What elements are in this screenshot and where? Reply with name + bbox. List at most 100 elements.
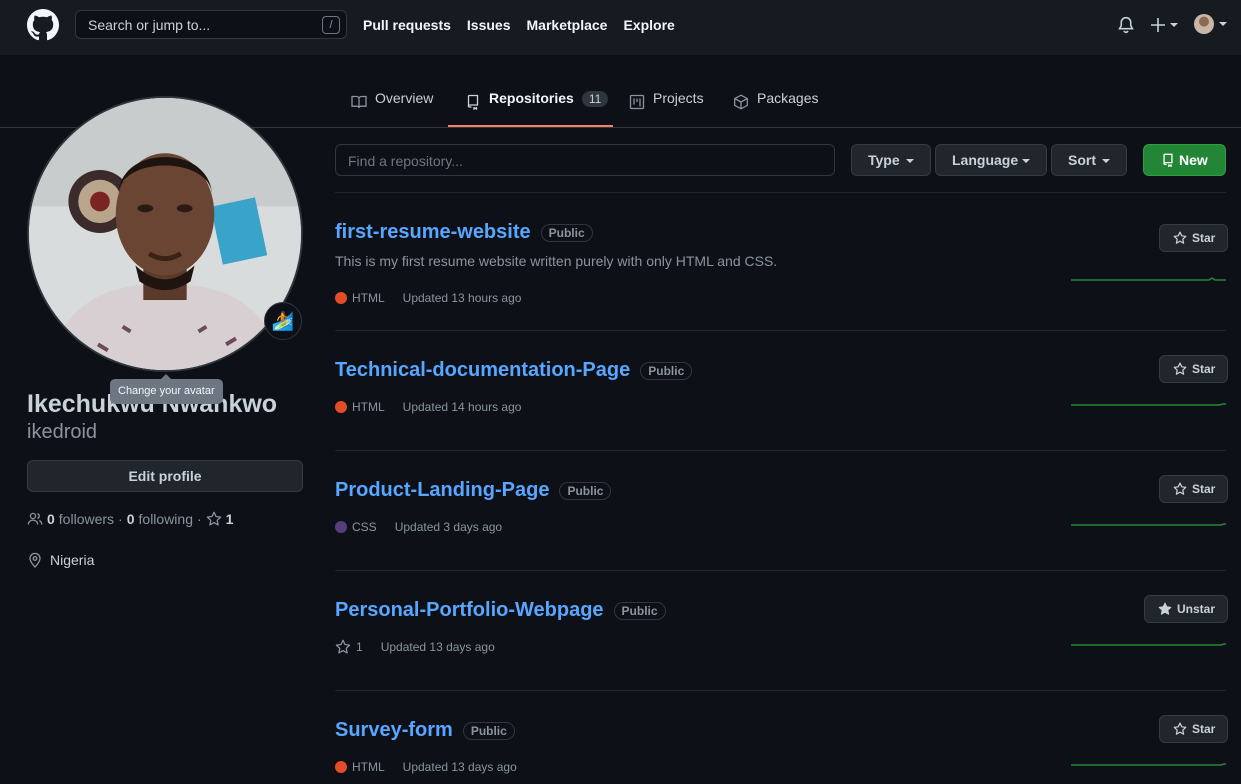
- star-icon: [206, 511, 221, 526]
- language-color-dot: [335, 401, 347, 413]
- list-divider: [335, 330, 1226, 331]
- activity-sparkline: [1071, 277, 1226, 281]
- repo-updated: Updated 13 hours ago: [402, 291, 522, 305]
- find-repository-input[interactable]: Find a repository...: [335, 144, 835, 176]
- star-icon: [1173, 482, 1187, 495]
- star-icon: [335, 639, 351, 654]
- repo-meta: 1 Updated 13 days ago: [335, 639, 495, 655]
- nav-issues[interactable]: Issues: [467, 17, 511, 33]
- repo-list-item: Product-Landing-Page Public CSS Updated …: [335, 475, 1229, 559]
- following-label[interactable]: following: [139, 511, 193, 527]
- profile-avatar[interactable]: [27, 96, 303, 372]
- chevron-down-icon: [1102, 159, 1110, 163]
- star-button[interactable]: Star: [1159, 475, 1229, 503]
- star-button-label: Star: [1192, 231, 1216, 245]
- unstar-button[interactable]: Unstar: [1144, 595, 1229, 623]
- followers-count[interactable]: 0: [47, 511, 55, 527]
- repo-name-link[interactable]: Product-Landing-Page: [335, 479, 549, 502]
- star-button-label: Star: [1192, 482, 1216, 496]
- repo-name-link[interactable]: Survey-form: [335, 719, 453, 742]
- nav-explore[interactable]: Explore: [623, 17, 674, 33]
- repo-list-item: Survey-form Public HTML Updated 13 days …: [335, 715, 1229, 784]
- repo-name-link[interactable]: first-resume-website: [335, 221, 531, 244]
- language-name: CSS: [352, 520, 377, 534]
- profile-username: ikedroid: [27, 421, 98, 443]
- language-name: HTML: [352, 760, 385, 774]
- repo-meta: HTML Updated 14 hours ago: [335, 400, 521, 414]
- create-new-dropdown-icon[interactable]: [1150, 16, 1180, 34]
- profile-location: Nigeria: [27, 552, 94, 568]
- bell-icon[interactable]: [1117, 16, 1135, 34]
- list-divider: [335, 450, 1226, 451]
- star-icon: [1173, 231, 1187, 244]
- search-placeholder: Search or jump to...: [88, 17, 211, 33]
- repo-language: HTML: [335, 291, 385, 305]
- nav-pull-requests[interactable]: Pull requests: [363, 17, 451, 33]
- repo-name-link[interactable]: Technical-documentation-Page: [335, 359, 630, 382]
- tab-projects[interactable]: Projects: [629, 90, 704, 127]
- visibility-badge: Public: [559, 481, 612, 500]
- search-shortcut-key: /: [322, 16, 340, 34]
- repo-meta: HTML Updated 13 hours ago: [335, 291, 521, 305]
- chevron-down-icon: [906, 159, 914, 163]
- new-repository-button[interactable]: New: [1143, 144, 1226, 176]
- repo-list-item: Technical-documentation-Page Public HTML…: [335, 355, 1229, 439]
- book-icon: [351, 95, 367, 109]
- sort-filter-button[interactable]: Sort: [1051, 144, 1127, 176]
- visibility-badge: Public: [462, 721, 515, 740]
- tab-overview[interactable]: Overview: [351, 90, 433, 127]
- repo-meta: CSS Updated 3 days ago: [335, 520, 502, 534]
- star-button[interactable]: Star: [1159, 355, 1229, 383]
- tab-overview-label: Overview: [375, 90, 434, 106]
- type-filter-label: Type: [868, 152, 900, 168]
- user-avatar-menu[interactable]: [1194, 14, 1214, 34]
- github-logo-icon[interactable]: [27, 9, 59, 41]
- activity-sparkline: [1071, 523, 1226, 526]
- repo-title-row: first-resume-website Public: [335, 221, 593, 244]
- repo-language: HTML: [335, 760, 385, 774]
- star-button-label: Star: [1192, 362, 1216, 376]
- people-icon: [27, 512, 43, 525]
- repo-title-row: Technical-documentation-Page Public: [335, 359, 693, 382]
- following-count[interactable]: 0: [127, 511, 135, 527]
- repo-updated: Updated 14 hours ago: [402, 400, 522, 414]
- change-avatar-tooltip: Change your avatar: [110, 374, 223, 404]
- repo-list-item: first-resume-website Public This is my f…: [335, 221, 1229, 321]
- repo-title-row: Product-Landing-Page Public: [335, 479, 612, 502]
- repo-icon: [467, 94, 479, 110]
- tab-repositories-label: Repositories: [489, 90, 574, 106]
- chevron-down-icon: [1022, 159, 1030, 163]
- tab-packages[interactable]: Packages: [733, 90, 818, 127]
- starred-count[interactable]: 1: [226, 511, 234, 527]
- star-button[interactable]: Star: [1159, 224, 1229, 252]
- star-button-label: Star: [1192, 722, 1216, 736]
- chevron-down-icon[interactable]: [1219, 22, 1227, 26]
- visibility-badge: Public: [640, 361, 693, 380]
- repo-language: CSS: [335, 520, 377, 534]
- edit-profile-button[interactable]: Edit profile: [27, 460, 303, 492]
- repo-meta: HTML Updated 13 days ago: [335, 760, 517, 774]
- repo-name-link[interactable]: Personal-Portfolio-Webpage: [335, 599, 604, 622]
- project-icon: [629, 94, 645, 110]
- tab-repositories[interactable]: Repositories 11: [465, 90, 609, 127]
- nav-marketplace[interactable]: Marketplace: [527, 17, 608, 33]
- search-input[interactable]: Search or jump to... /: [75, 10, 347, 39]
- stargazers-count: 1: [356, 640, 363, 654]
- set-status-button[interactable]: 🏄: [264, 302, 302, 340]
- activity-sparkline: [1071, 643, 1226, 646]
- repo-updated: Updated 13 days ago: [380, 640, 495, 654]
- language-filter-button[interactable]: Language: [935, 144, 1047, 176]
- repositories-count-badge: 11: [581, 91, 609, 107]
- star-button[interactable]: Star: [1159, 715, 1229, 743]
- global-nav: Pull requests Issues Marketplace Explore: [363, 17, 675, 33]
- language-filter-label: Language: [952, 152, 1019, 168]
- star-icon: [1173, 722, 1187, 735]
- follow-stats: 0 followers · 0 following · 1: [27, 511, 233, 527]
- followers-label[interactable]: followers: [59, 511, 114, 527]
- language-color-dot: [335, 521, 347, 533]
- repo-stargazers[interactable]: 1: [335, 639, 363, 655]
- top-header: Search or jump to... / Pull requests Iss…: [0, 0, 1241, 55]
- type-filter-button[interactable]: Type: [851, 144, 931, 176]
- tab-packages-label: Packages: [757, 90, 819, 106]
- avatar-photo: [29, 98, 301, 370]
